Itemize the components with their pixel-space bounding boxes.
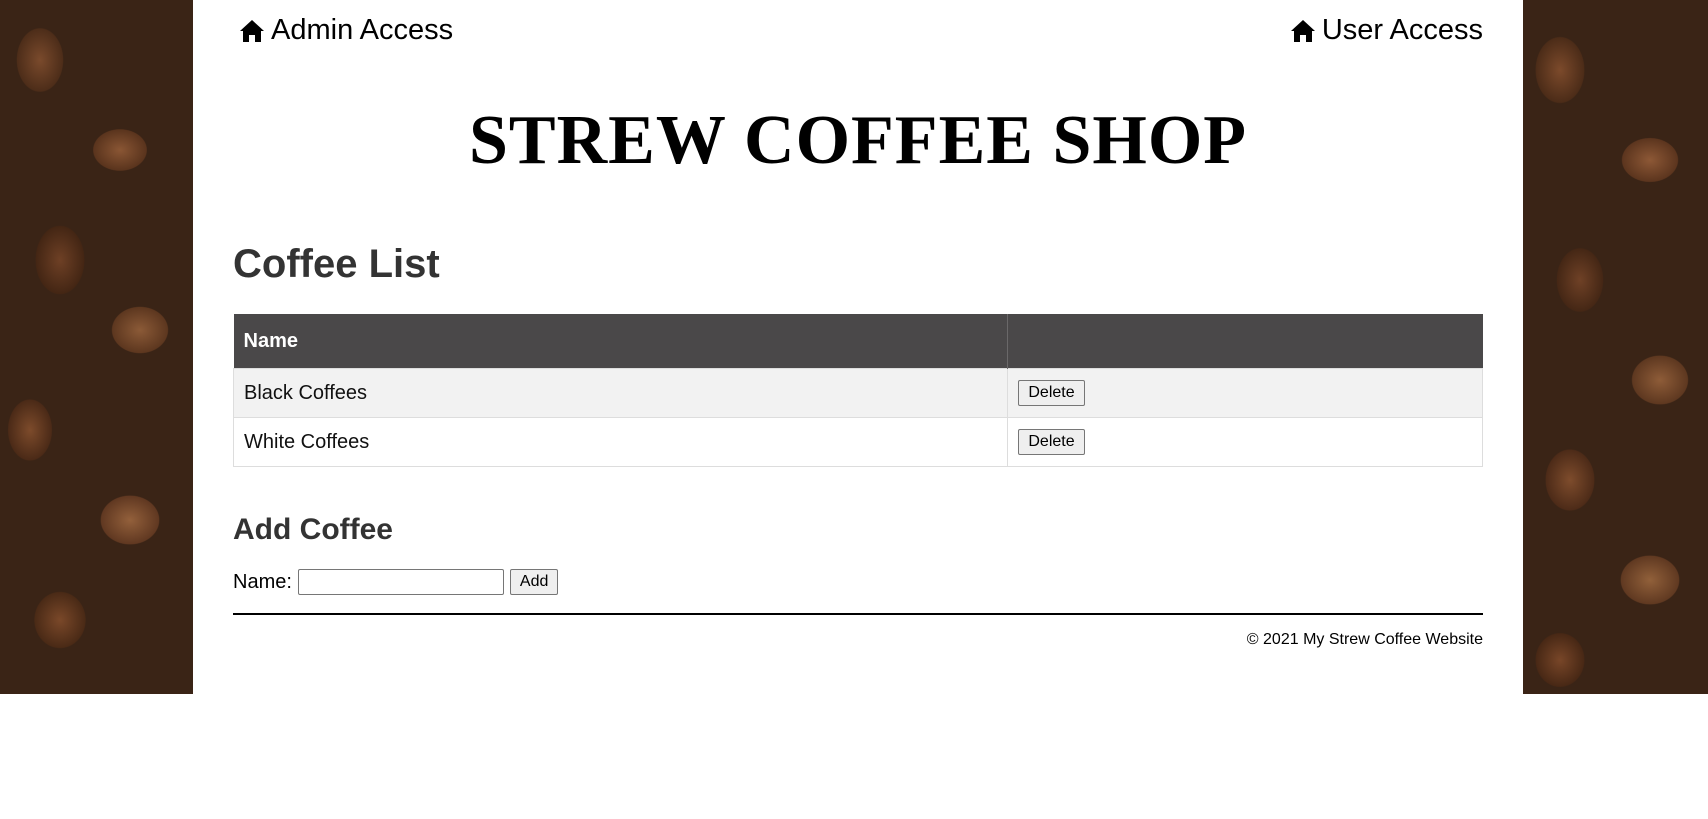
home-icon xyxy=(1290,19,1315,42)
coffee-table: Name Black Coffees Delete White Coffees … xyxy=(232,314,1483,467)
main-panel: Admin Access User Access STREW COFFEE SH… xyxy=(193,0,1523,694)
table-header-row: Name xyxy=(233,314,1483,369)
admin-access-link[interactable]: Admin Access xyxy=(239,14,453,47)
table-row: Black Coffees Delete xyxy=(232,368,1483,418)
action-cell: Delete xyxy=(1007,417,1483,467)
home-icon xyxy=(240,19,264,42)
coffee-name-cell: Black Coffees xyxy=(232,368,1009,418)
column-header-actions xyxy=(1007,314,1483,369)
table-row: White Coffees Delete xyxy=(232,417,1483,467)
user-access-link[interactable]: User Access xyxy=(1290,14,1483,47)
add-coffee-heading: Add Coffee xyxy=(233,513,393,546)
admin-access-label: Admin Access xyxy=(271,14,454,46)
delete-button[interactable]: Delete xyxy=(1018,380,1085,406)
footer-divider xyxy=(233,613,1483,615)
column-header-name: Name xyxy=(233,314,1009,369)
add-coffee-form: Name: Add xyxy=(233,569,1483,595)
user-access-label: User Access xyxy=(1321,14,1483,46)
footer-copyright: © 2021 My Strew Coffee Website xyxy=(1246,631,1483,648)
add-button[interactable]: Add xyxy=(509,569,559,595)
content-column: Admin Access User Access STREW COFFEE SH… xyxy=(232,0,1483,649)
name-label: Name: xyxy=(233,570,292,593)
coffee-name-input[interactable] xyxy=(297,569,504,595)
site-title: STREW COFFEE SHOP xyxy=(468,102,1248,179)
coffee-name-cell: White Coffees xyxy=(232,417,1009,467)
top-nav: Admin Access User Access xyxy=(233,0,1483,66)
coffee-list-heading: Coffee List xyxy=(233,242,440,286)
delete-button[interactable]: Delete xyxy=(1018,429,1085,455)
action-cell: Delete xyxy=(1007,368,1483,418)
